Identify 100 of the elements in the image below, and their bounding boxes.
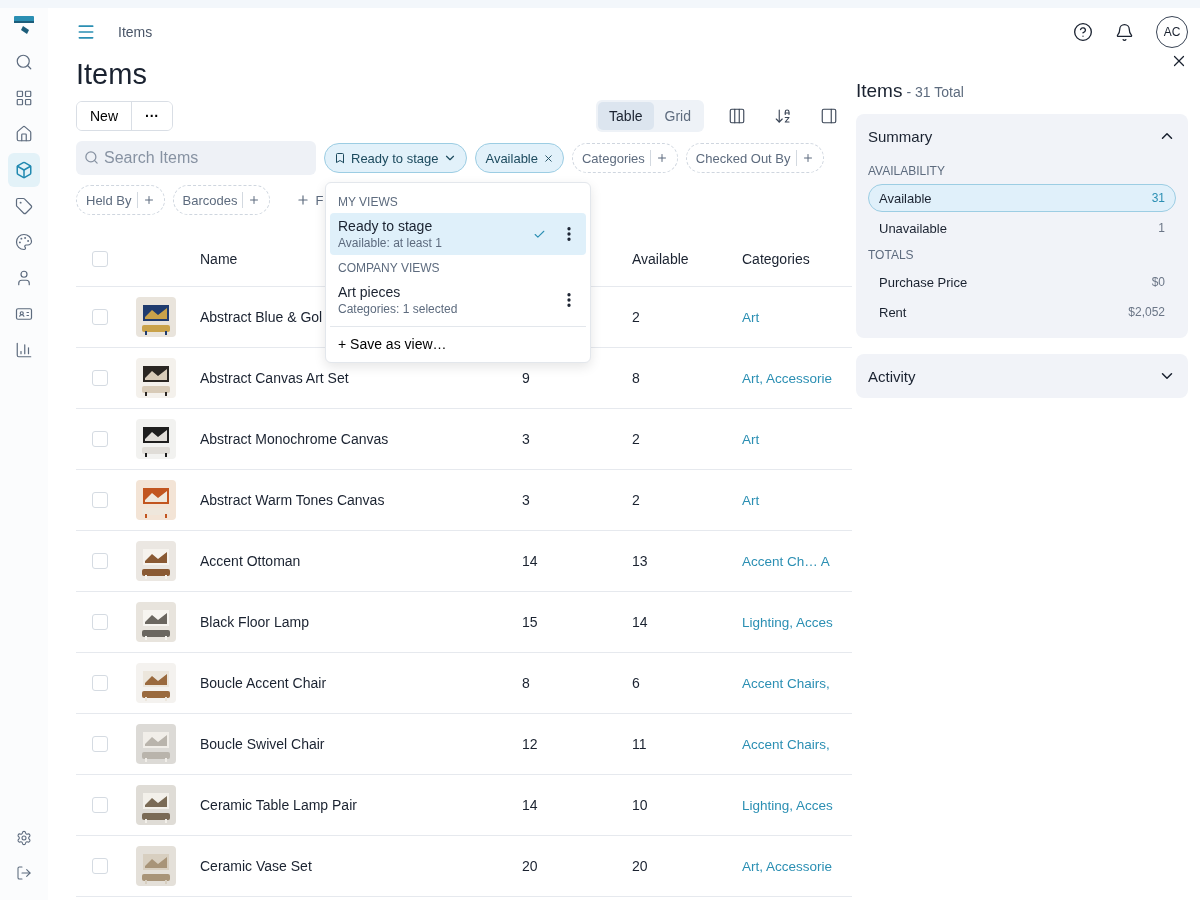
group-heading: AVAILABILITY — [868, 164, 946, 178]
table-cell-text: 10 — [632, 797, 649, 813]
table-cell-text: 9 — [522, 370, 531, 386]
filter-chip[interactable]: Categories — [572, 143, 678, 173]
table-cell-text: 8 — [522, 675, 531, 691]
category-link[interactable]: Accent Ch… A — [742, 553, 852, 569]
item-name[interactable]: Ceramic Table Lamp Pair — [200, 797, 522, 813]
row-checkbox[interactable] — [92, 553, 108, 569]
category-link[interactable]: Art, Accessorie — [742, 858, 852, 874]
section-heading: MY VIEWS — [337, 194, 399, 211]
more-button[interactable]: ··· — [131, 102, 172, 130]
category-link[interactable]: Art — [742, 431, 852, 447]
breadcrumb[interactable]: Items — [118, 24, 153, 40]
save-view-button[interactable]: + Save as view… — [330, 326, 586, 356]
category-link[interactable]: Accent Chairs, — [742, 736, 852, 752]
saved-view-chip[interactable]: Ready to stage — [324, 143, 468, 173]
logo-icon[interactable] — [13, 14, 35, 36]
menu-icon[interactable] — [76, 22, 96, 42]
category-link[interactable]: Art — [742, 492, 852, 508]
summary-label: Purchase Price — [879, 274, 968, 290]
item-name[interactable]: Ceramic Vase Set — [200, 858, 522, 874]
table-cell-text: 3 — [522, 431, 531, 447]
view-name: Ready to stage — [338, 218, 434, 234]
summary-row[interactable]: Rent $2,052 — [868, 298, 1176, 326]
table-cell-text: 20 — [632, 858, 649, 874]
summary-value: $2,052 — [1128, 305, 1165, 319]
item-name[interactable]: Abstract Warm Tones Canvas — [200, 492, 522, 508]
table-cell-text: 14 — [632, 614, 649, 630]
column-header[interactable]: Categories — [742, 250, 852, 267]
view-option[interactable]: Ready to stage Available: at least 1 — [330, 213, 586, 255]
plus-icon — [801, 152, 814, 164]
table-cell-text: 2 — [632, 431, 641, 447]
row-checkbox[interactable] — [92, 675, 108, 691]
summary-label: Rent — [879, 304, 907, 320]
view-tab[interactable]: Grid — [653, 102, 702, 130]
summary-row[interactable]: Unavailable 1 — [868, 214, 1176, 242]
table-cell-text: 8 — [632, 370, 641, 386]
item-name[interactable]: Accent Ottoman — [200, 553, 522, 569]
filter-chip[interactable]: Held By — [76, 185, 165, 215]
category-link[interactable]: Lighting, Acces — [742, 614, 852, 630]
cube-icon[interactable] — [8, 153, 40, 187]
activity-header[interactable]: Activity — [868, 354, 1176, 398]
table-cell-text: 13 — [632, 553, 649, 569]
close-icon[interactable] — [543, 152, 554, 164]
view-tab[interactable]: Table — [598, 102, 654, 130]
plus-icon — [296, 193, 311, 207]
table-cell-text: 3 — [522, 492, 531, 508]
item-name[interactable]: Abstract Canvas Art Set — [200, 370, 522, 386]
item-name[interactable]: Abstract Monochrome Canvas — [200, 431, 522, 447]
item-name[interactable]: Boucle Accent Chair — [200, 675, 522, 691]
summary-value: 31 — [1151, 191, 1165, 205]
add-filter-button[interactable]: F — [278, 185, 324, 215]
table-cell-text: 2 — [632, 492, 641, 508]
search-icon — [84, 150, 99, 165]
table-cell-text: 20 — [522, 858, 539, 874]
search-field[interactable]: Search Items — [76, 141, 316, 175]
row-checkbox[interactable] — [92, 614, 108, 630]
table-cell-text: 6 — [632, 675, 641, 691]
section-heading: COMPANY VIEWS — [337, 260, 441, 277]
plus-icon — [655, 152, 668, 164]
category-link[interactable]: Art — [742, 309, 852, 325]
column-header[interactable]: Available — [632, 250, 742, 267]
table-cell-text: 11 — [632, 736, 648, 752]
select-all-checkbox[interactable] — [92, 250, 108, 267]
filter-chip[interactable]: Checked Out By — [685, 143, 824, 173]
row-checkbox[interactable] — [92, 370, 108, 386]
filter-chip[interactable]: Barcodes — [172, 185, 271, 215]
summary-value: 1 — [1158, 221, 1165, 235]
category-link[interactable]: Lighting, Acces — [742, 797, 852, 813]
row-checkbox[interactable] — [92, 858, 108, 874]
summary-row[interactable]: Purchase Price $0 — [868, 268, 1176, 296]
row-checkbox[interactable] — [92, 736, 108, 752]
table-cell-text: 12 — [522, 736, 539, 752]
summary-header[interactable]: Summary — [868, 114, 1176, 158]
row-checkbox[interactable] — [92, 309, 108, 325]
help-icon[interactable] — [1073, 22, 1093, 42]
bell-icon[interactable] — [1115, 22, 1134, 42]
filter-chip[interactable]: Available — [475, 143, 564, 173]
row-checkbox[interactable] — [92, 492, 108, 508]
table-cell-text: 14 — [522, 797, 539, 813]
summary-label: Unavailable — [879, 220, 947, 236]
table-cell-text: 14 — [522, 553, 539, 569]
view-detail: Categories: 1 selected — [338, 302, 459, 316]
view-name: Art pieces — [338, 284, 402, 300]
item-name[interactable]: Black Floor Lamp — [200, 614, 522, 630]
plus-icon — [142, 194, 155, 206]
total-count: - 31 Total — [906, 84, 964, 100]
row-checkbox[interactable] — [92, 431, 108, 447]
category-link[interactable]: Accent Chairs, — [742, 675, 852, 691]
panel-title: Items — [856, 80, 903, 102]
summary-row[interactable]: Available 31 — [868, 184, 1176, 212]
table-cell-text: 2 — [632, 309, 641, 325]
row-checkbox[interactable] — [92, 797, 108, 813]
summary-value: $0 — [1151, 275, 1165, 289]
view-detail: Available: at least 1 — [338, 236, 443, 250]
summary-label: Available — [879, 190, 932, 206]
plus-icon — [248, 194, 261, 206]
category-link[interactable]: Art, Accessorie — [742, 370, 852, 386]
table-cell-text: 15 — [522, 614, 539, 630]
item-name[interactable]: Boucle Swivel Chair — [200, 736, 522, 752]
